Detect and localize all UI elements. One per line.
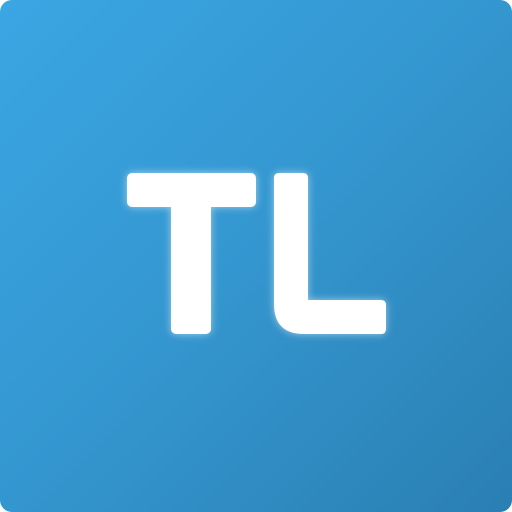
letter-l — [274, 173, 386, 334]
letter-t-stem — [171, 200, 211, 334]
tl-monogram — [127, 173, 386, 334]
app-icon-tile — [0, 0, 512, 512]
